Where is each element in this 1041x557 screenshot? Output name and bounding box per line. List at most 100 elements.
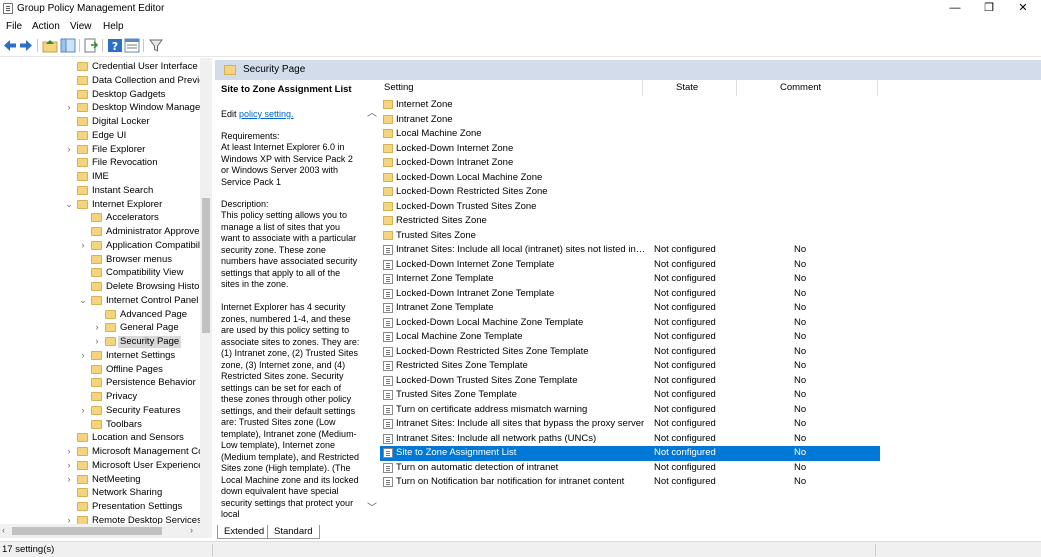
list-policy-row[interactable]: Turn on Notification bar notification fo… [380,475,880,490]
setting-state: Not configured [654,447,716,458]
expand-chevron-icon[interactable]: › [78,349,88,363]
list-policy-row[interactable]: Turn on certificate address mismatch war… [380,403,880,418]
expand-chevron-icon[interactable]: › [64,101,74,115]
setting-name: Turn on certificate address mismatch war… [396,403,588,415]
folder-icon [77,460,88,470]
setting-state: Not configured [654,374,716,386]
tree-vertical-scrollbar[interactable] [200,58,212,524]
tab-standard[interactable]: Standard [267,525,320,539]
expand-chevron-icon[interactable]: › [64,514,74,524]
tree-item-label: Browser menus [106,253,172,265]
column-divider[interactable] [642,80,643,96]
list-folder-row[interactable]: Locked-Down Local Machine Zone [380,171,880,186]
list-policy-row[interactable]: Trusted Sites Zone Template Not configure… [380,388,880,403]
minimize-button[interactable]: — [938,0,972,18]
list-policy-row[interactable]: Internet Zone Template Not configured No [380,272,880,287]
tree-horizontal-scrollbar[interactable]: ‹ › [0,524,212,538]
help-icon[interactable]: ? [107,38,123,53]
maximize-button[interactable]: ❐ [972,0,1006,18]
setting-name: Turn on Notification bar notification fo… [396,476,625,487]
menu-action[interactable]: Action [32,21,60,32]
list-policy-row[interactable]: Locked-Down Intranet Zone Template Not co… [380,287,880,302]
setting-comment: No [794,302,807,313]
setting-state: Not configured [654,389,716,400]
policy-setting-icon [383,332,393,342]
column-divider[interactable] [877,80,878,96]
list-policy-row[interactable]: Site to Zone Assignment List Not configur… [380,446,880,461]
policy-setting-link[interactable]: policy setting. [239,109,294,119]
back-arrow-icon[interactable] [2,38,18,53]
list-policy-row[interactable]: Intranet Sites: Include all sites that b… [380,417,880,432]
list-policy-row[interactable]: Intranet Zone Template Not configured No [380,301,880,316]
menu-file[interactable]: File [6,21,22,32]
list-folder-row[interactable]: Locked-Down Trusted Sites Zone [380,200,880,215]
close-button[interactable]: ✕ [1006,0,1040,18]
expand-chevron-icon[interactable]: › [92,335,102,349]
list-policy-row[interactable]: Local Machine Zone Template Not configure… [380,330,880,345]
tab-extended[interactable]: Extended [217,525,272,539]
filter-icon[interactable] [148,38,164,53]
list-policy-row[interactable]: Locked-Down Restricted Sites Zone Templa… [380,345,880,360]
show-hide-tree-icon[interactable] [60,38,76,53]
setting-comment: No [794,258,807,270]
expand-chevron-icon[interactable]: › [64,143,74,157]
setting-comment: No [794,418,807,429]
list-policy-row[interactable]: Locked-Down Internet Zone Template Not co… [380,258,880,273]
column-divider[interactable] [736,80,737,96]
forward-arrow-icon[interactable] [18,38,34,53]
menu-bar: File Action View Help [0,18,1041,35]
requirements-label: Requirements: [221,131,280,141]
folder-icon [91,240,102,250]
expand-chevron-icon[interactable]: › [64,459,74,473]
expand-chevron-icon[interactable]: › [92,321,102,335]
column-state[interactable]: State [676,82,698,93]
policy-setting-icon [383,288,393,299]
tree-item-label: General Page [120,322,179,334]
list-folder-row[interactable]: Internet Zone [380,98,880,113]
column-comment[interactable]: Comment [780,82,821,93]
list-folder-row[interactable]: Trusted Sites Zone [380,229,880,244]
policy-setting-icon [383,477,393,487]
list-policy-row[interactable]: Intranet Sites: Include all local (intra… [380,243,880,258]
expand-chevron-icon[interactable]: › [64,445,74,459]
export-list-icon[interactable] [83,38,99,53]
list-folder-row[interactable]: Restricted Sites Zone [380,214,880,229]
scroll-up-icon[interactable]: ︿ [367,104,377,119]
list-policy-row[interactable]: Restricted Sites Zone Template Not config… [380,359,880,374]
list-folder-row[interactable]: Locked-Down Restricted Sites Zone [380,185,880,200]
setting-state: Not configured [654,273,716,284]
setting-state: Not configured [654,432,716,444]
tree-item-label: Toolbars [106,418,142,430]
list-policy-row[interactable]: Locked-Down Local Machine Zone Template N… [380,316,880,331]
tree-scroll-thumb[interactable] [202,198,210,333]
properties-icon[interactable] [124,38,140,53]
column-setting[interactable]: Setting [384,82,414,93]
list-folder-row[interactable]: Locked-Down Internet Zone [380,142,880,157]
scroll-right-arrow-icon[interactable]: › [190,525,193,535]
list-policy-row[interactable]: Locked-Down Trusted Sites Zone Template N… [380,374,880,389]
list-folder-row[interactable]: Locked-Down Intranet Zone [380,156,880,171]
expand-chevron-icon[interactable]: › [78,404,88,418]
description-scrollbar[interactable]: ︿ ﹀ [365,80,378,520]
list-folder-row[interactable]: Intranet Zone [380,113,880,128]
tree-hscroll-thumb[interactable] [12,527,162,535]
expand-chevron-icon[interactable]: › [64,473,74,487]
list-policy-row[interactable]: Intranet Sites: Include all network path… [380,432,880,447]
tree-item-label: Internet Settings [106,349,176,361]
scroll-left-arrow-icon[interactable]: ‹ [2,525,5,535]
collapse-chevron-icon[interactable]: ⌄ [78,294,88,308]
menu-help[interactable]: Help [103,21,124,32]
settings-list: Setting State Comment Internet Zone Intra… [380,80,1041,525]
tree-item-label: Administrator Approve [106,226,200,237]
up-folder-icon[interactable] [42,38,58,53]
svg-text:?: ? [112,40,118,53]
list-policy-row[interactable]: Turn on automatic detection of intranet N… [380,461,880,476]
scroll-down-icon[interactable]: ﹀ [367,499,377,514]
list-folder-row[interactable]: Local Machine Zone [380,127,880,142]
toolbar-separator [79,39,80,52]
menu-view[interactable]: View [70,21,92,32]
expand-chevron-icon[interactable]: › [78,239,88,253]
policy-setting-icon [383,433,393,444]
setting-name: Trusted Sites Zone Template [396,389,517,400]
collapse-chevron-icon[interactable]: ⌄ [64,198,74,212]
